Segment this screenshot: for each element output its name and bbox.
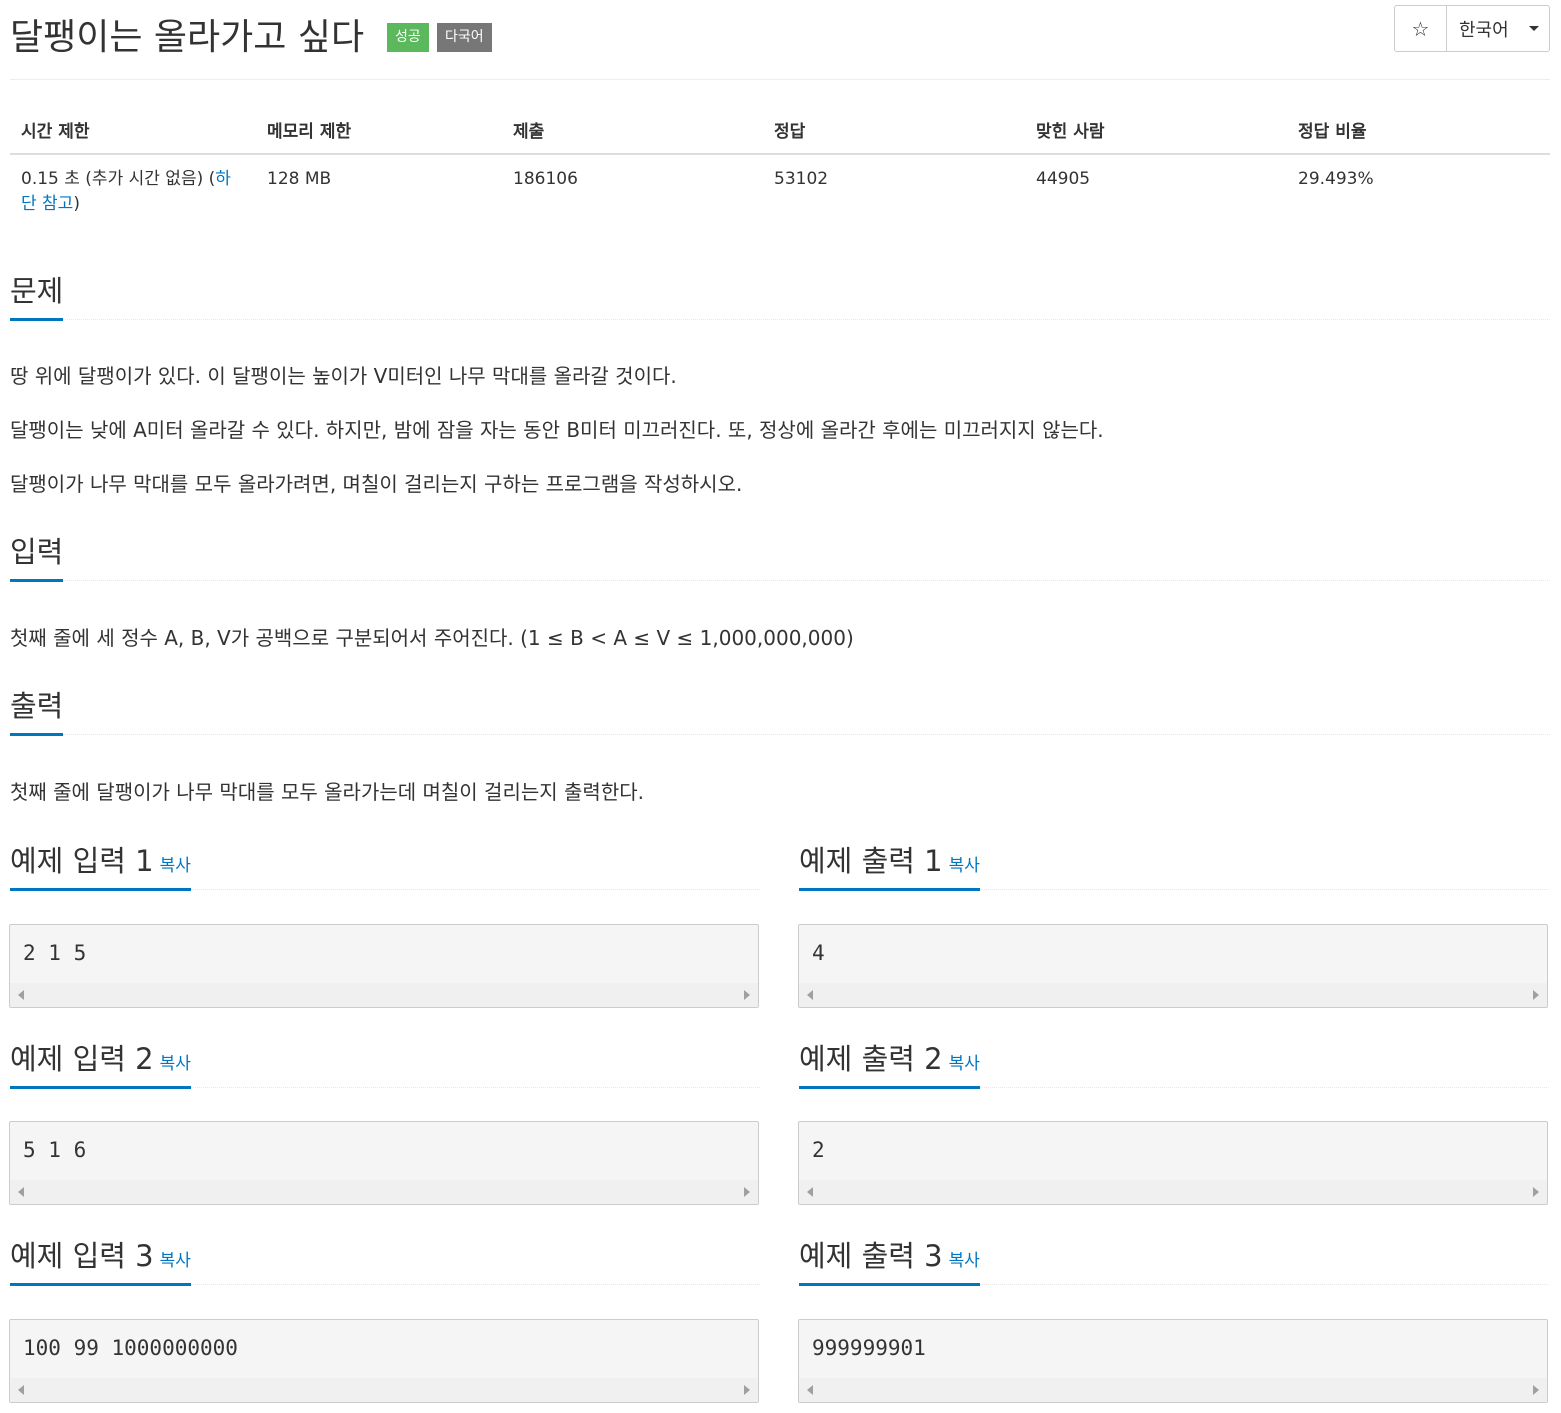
info-table-header-row: 시간 제한 메모리 제한 제출 정답 맞힌 사람 정답 비율 xyxy=(10,106,1550,155)
copy-button[interactable]: 복사 xyxy=(160,1054,191,1074)
time-limit-text: 0.15 초 (추가 시간 없음) ( xyxy=(21,169,216,189)
header-ratio: 정답 비율 xyxy=(1287,106,1550,155)
sample-input-1-box[interactable]: 2 1 5 xyxy=(9,924,759,1008)
horizontal-scrollbar[interactable] xyxy=(10,983,758,1007)
ratio-cell: 29.493% xyxy=(1298,169,1374,189)
output-heading: 출력 xyxy=(10,689,64,736)
sample-output-3-title-wrap: 예제 출력 3 복사 xyxy=(799,1239,980,1286)
scroll-left-icon[interactable] xyxy=(18,1385,24,1395)
solved-users-cell: 44905 xyxy=(1036,169,1091,189)
problem-section-heading: 문제 xyxy=(10,274,1550,321)
star-button[interactable]: ☆ xyxy=(1395,6,1447,51)
sample-output-1-heading: 예제 출력 1 복사 xyxy=(799,844,1549,891)
scroll-left-icon[interactable] xyxy=(18,990,24,1000)
horizontal-scrollbar[interactable] xyxy=(10,1378,758,1402)
sample-input-3-text: 100 99 1000000000 xyxy=(23,1336,238,1360)
memory-limit-cell: 128 MB xyxy=(267,169,332,189)
info-table-row: 0.15 초 (추가 시간 없음) (하단 참고) 128 MB 186106 … xyxy=(10,154,1550,217)
header-accepted: 정답 xyxy=(763,106,1025,155)
language-label: 한국어 xyxy=(1459,19,1509,41)
problem-info-table: 시간 제한 메모리 제한 제출 정답 맞힌 사람 정답 비율 0.15 초 (추… xyxy=(10,106,1550,217)
accepted-cell: 53102 xyxy=(774,169,829,189)
sample-input-2-box[interactable]: 5 1 6 xyxy=(9,1121,759,1205)
sample-output-1-title-wrap: 예제 출력 1 복사 xyxy=(799,844,980,891)
input-heading: 입력 xyxy=(10,535,64,582)
header-time-limit: 시간 제한 xyxy=(10,106,256,155)
page-header: 달팽이는 올라가고 싶다 성공 다국어 ☆ 한국어 xyxy=(10,0,1550,80)
sample-input-2-heading: 예제 입력 2 복사 xyxy=(10,1042,760,1089)
horizontal-scrollbar[interactable] xyxy=(799,1378,1547,1402)
scroll-right-icon[interactable] xyxy=(1533,1385,1539,1395)
scroll-left-icon[interactable] xyxy=(807,1187,813,1197)
sample-input-1-text: 2 1 5 xyxy=(23,941,87,965)
sample-output-2-box[interactable]: 2 xyxy=(798,1121,1548,1205)
language-dropdown[interactable]: 한국어 xyxy=(1447,6,1549,51)
scroll-right-icon[interactable] xyxy=(1533,1187,1539,1197)
sample-output-2-text: 2 xyxy=(812,1138,825,1162)
header-memory-limit: 메모리 제한 xyxy=(256,106,502,155)
sample-output-2-title: 예제 출력 2 xyxy=(799,1042,943,1076)
input-paragraph: 첫째 줄에 세 정수 A, B, V가 공백으로 구분되어서 주어진다. (1 … xyxy=(10,626,854,650)
star-icon: ☆ xyxy=(1411,16,1430,41)
submissions-cell: 186106 xyxy=(513,169,578,189)
sample-input-2-text: 5 1 6 xyxy=(23,1138,87,1162)
sample-output-2-heading: 예제 출력 2 복사 xyxy=(799,1042,1549,1089)
problem-paragraph-3: 달팽이가 나무 막대를 모두 올라가려면, 며칠이 걸리는지 구하는 프로그램을… xyxy=(10,472,743,496)
sample-input-1-heading: 예제 입력 1 복사 xyxy=(10,844,760,891)
scroll-right-icon[interactable] xyxy=(1533,990,1539,1000)
copy-button[interactable]: 복사 xyxy=(949,1054,980,1074)
scroll-right-icon[interactable] xyxy=(744,1187,750,1197)
problem-paragraph-1: 땅 위에 달팽이가 있다. 이 달팽이는 높이가 V미터인 나무 막대를 올라갈… xyxy=(10,364,677,388)
caret-down-icon xyxy=(1528,26,1539,31)
scroll-left-icon[interactable] xyxy=(807,990,813,1000)
sample-output-3-box[interactable]: 999999901 xyxy=(798,1319,1548,1403)
header-submissions: 제출 xyxy=(502,106,763,155)
scroll-left-icon[interactable] xyxy=(807,1385,813,1395)
horizontal-scrollbar[interactable] xyxy=(799,1180,1547,1204)
sample-output-3-text: 999999901 xyxy=(812,1336,926,1360)
sample-input-1-title-wrap: 예제 입력 1 복사 xyxy=(10,844,191,891)
sample-output-3-heading: 예제 출력 3 복사 xyxy=(799,1239,1549,1286)
sample-input-3-title-wrap: 예제 입력 3 복사 xyxy=(10,1239,191,1286)
sample-output-1-text: 4 xyxy=(812,941,825,965)
header-button-group: ☆ 한국어 xyxy=(1394,5,1550,52)
scroll-right-icon[interactable] xyxy=(744,990,750,1000)
sample-input-3-box[interactable]: 100 99 1000000000 xyxy=(9,1319,759,1403)
sample-output-1-title: 예제 출력 1 xyxy=(799,844,943,878)
output-section-heading: 출력 xyxy=(10,689,1550,736)
time-limit-cell: 0.15 초 (추가 시간 없음) (하단 참고) xyxy=(10,154,256,217)
copy-button[interactable]: 복사 xyxy=(949,856,980,876)
copy-button[interactable]: 복사 xyxy=(949,1251,980,1271)
horizontal-scrollbar[interactable] xyxy=(10,1180,758,1204)
problem-heading: 문제 xyxy=(10,274,64,321)
sample-output-2-title-wrap: 예제 출력 2 복사 xyxy=(799,1042,980,1089)
input-section-heading: 입력 xyxy=(10,535,1550,582)
sample-input-3-title: 예제 입력 3 xyxy=(10,1239,154,1273)
problem-paragraph-2: 달팽이는 낮에 A미터 올라갈 수 있다. 하지만, 밤에 잠을 자는 동안 B… xyxy=(10,418,1104,442)
multilang-badge: 다국어 xyxy=(437,23,492,52)
output-paragraph: 첫째 줄에 달팽이가 나무 막대를 모두 올라가는데 며칠이 걸리는지 출력한다… xyxy=(10,780,644,804)
sample-input-2-title: 예제 입력 2 xyxy=(10,1042,154,1076)
horizontal-scrollbar[interactable] xyxy=(799,983,1547,1007)
copy-button[interactable]: 복사 xyxy=(160,856,191,876)
status-badge-success: 성공 xyxy=(387,23,429,52)
sample-input-3-heading: 예제 입력 3 복사 xyxy=(10,1239,760,1286)
sample-output-1-box[interactable]: 4 xyxy=(798,924,1548,1008)
scroll-right-icon[interactable] xyxy=(744,1385,750,1395)
sample-input-1-title: 예제 입력 1 xyxy=(10,844,154,878)
copy-button[interactable]: 복사 xyxy=(160,1251,191,1271)
sample-output-3-title: 예제 출력 3 xyxy=(799,1239,943,1273)
scroll-left-icon[interactable] xyxy=(18,1187,24,1197)
problem-title: 달팽이는 올라가고 싶다 xyxy=(10,17,365,58)
sample-input-2-title-wrap: 예제 입력 2 복사 xyxy=(10,1042,191,1089)
header-solved-users: 맞힌 사람 xyxy=(1025,106,1287,155)
time-limit-close-paren: ) xyxy=(73,194,80,214)
